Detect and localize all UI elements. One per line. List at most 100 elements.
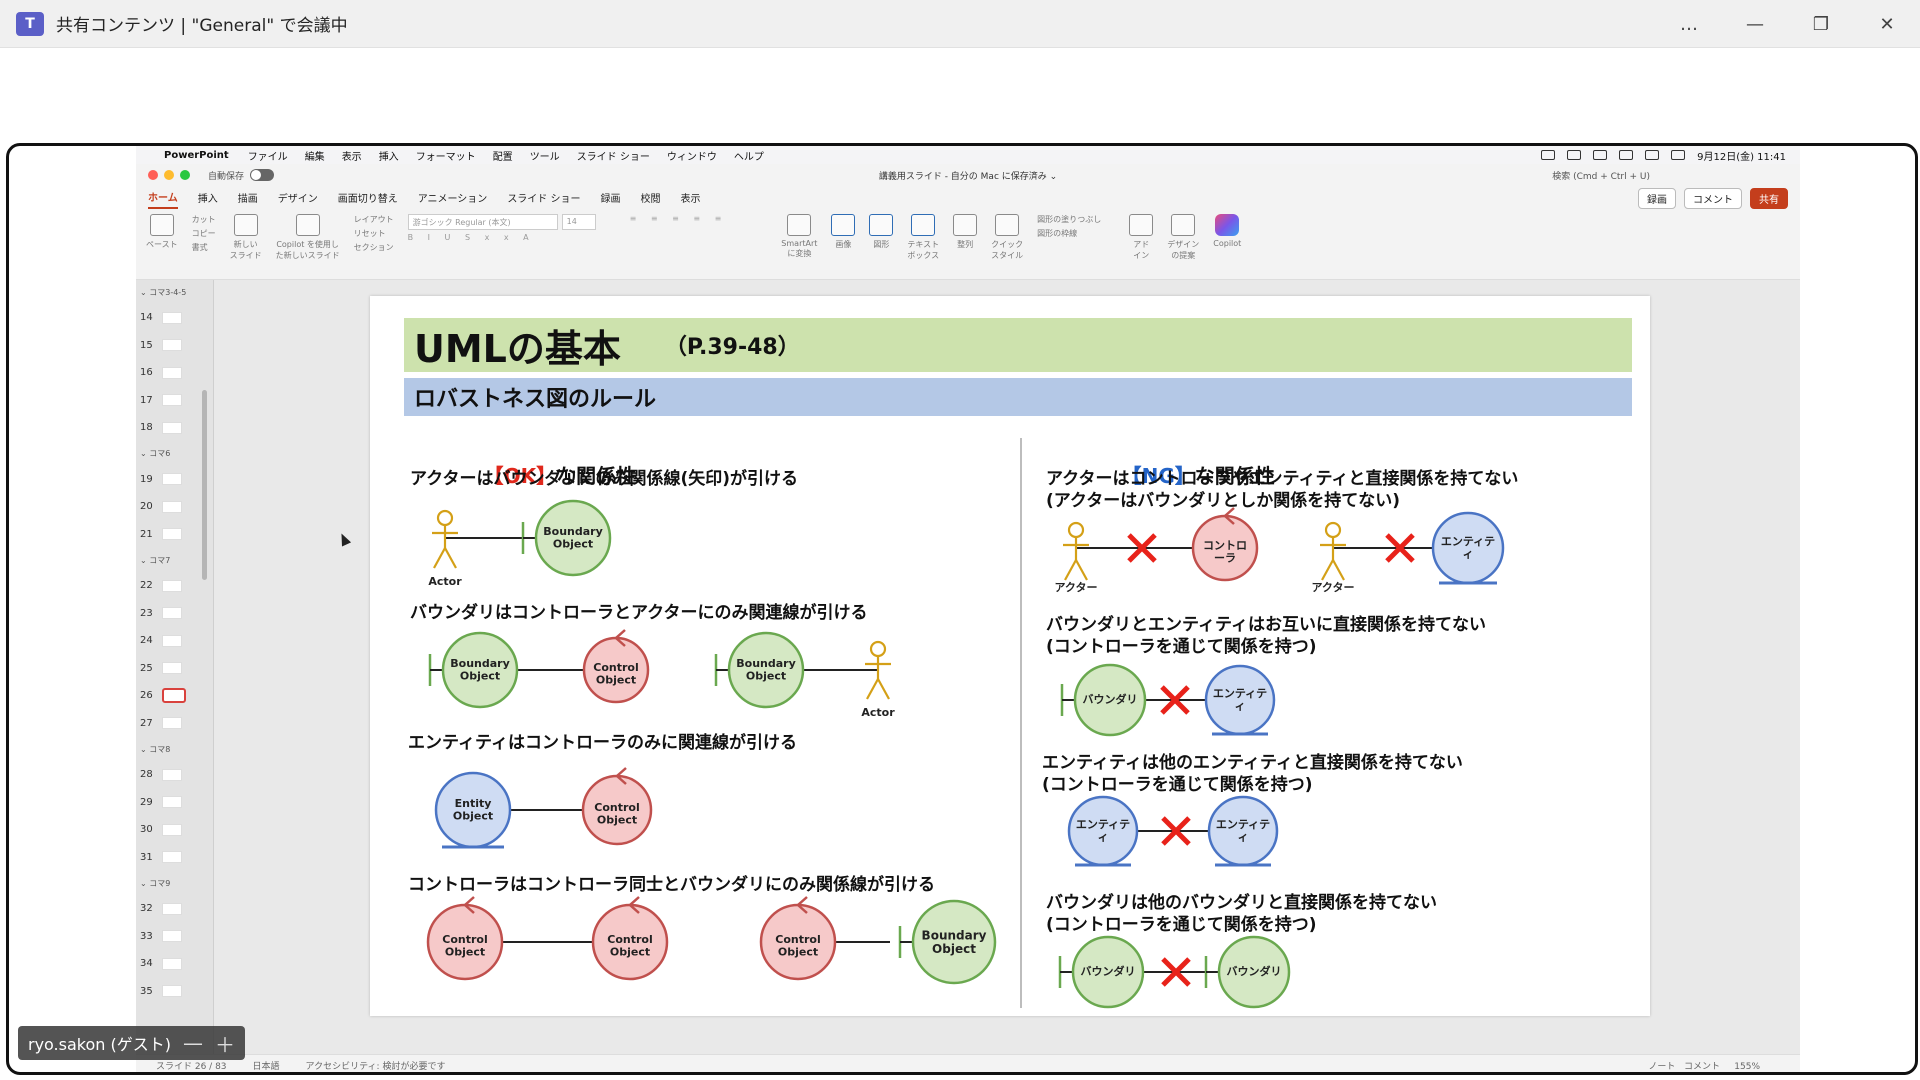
more-options-icon[interactable]: … [1656, 14, 1722, 35]
tab-animations[interactable]: アニメーション [418, 187, 488, 208]
tab-draw[interactable]: 描画 [238, 187, 258, 208]
menu-view[interactable]: 表示 [342, 148, 362, 163]
menu-format[interactable]: フォーマット [416, 148, 476, 163]
menu-file[interactable]: ファイル [248, 148, 288, 163]
font-size-select[interactable]: 14 [561, 214, 596, 230]
textbox-icon[interactable] [911, 214, 936, 236]
slide-thumbnail[interactable]: 26 [136, 682, 213, 710]
slide-thumbnail[interactable]: 27 [136, 710, 213, 738]
zoom-out-button[interactable]: — [183, 1031, 203, 1055]
shape-fill-button[interactable]: 図形の塗りつぶし [1037, 214, 1101, 225]
status-icon[interactable] [1567, 150, 1582, 160]
status-icon[interactable] [1619, 150, 1634, 160]
tab-design[interactable]: デザイン [278, 187, 318, 208]
slide-thumbnail[interactable]: 31 [136, 844, 213, 872]
paste-icon[interactable] [149, 214, 174, 236]
comments-button[interactable]: コメント [1684, 1062, 1720, 1072]
menu-help[interactable]: ヘルプ [734, 148, 764, 163]
thumbnail-section-header[interactable]: ⌄ コマ9 [136, 871, 213, 895]
arrange-icon[interactable] [953, 214, 978, 236]
shapes-icon[interactable] [869, 214, 894, 236]
tab-transitions[interactable]: 画面切り替え [338, 187, 398, 208]
layout-button[interactable]: レイアウト [354, 214, 394, 225]
comment-button[interactable]: コメント [1684, 188, 1742, 209]
slide-thumbnail[interactable]: 15 [136, 332, 213, 360]
slide-thumbnail-panel[interactable]: ⌄ コマ3-4-5 14 15 16 17 18 ⌄ コマ6 19 20 21 ⌄ コマ7 22 23 2… [136, 280, 214, 1054]
slide-thumbnail[interactable]: 30 [136, 816, 213, 844]
addin-icon[interactable] [1129, 214, 1154, 236]
slide-thumbnail[interactable]: 28 [136, 761, 213, 789]
actor-icon [1067, 521, 1085, 539]
search-box[interactable]: 検索 (Cmd + Ctrl + U) [1552, 169, 1650, 182]
menu-arrange[interactable]: 配置 [493, 148, 513, 163]
reset-button[interactable]: リセット [354, 228, 386, 239]
status-icon[interactable] [1593, 150, 1608, 160]
slide-thumbnail[interactable]: 34 [136, 950, 213, 978]
paragraph-buttons[interactable]: ≡ ≡ ≡ ≡ ≡ [630, 214, 728, 223]
close-button[interactable]: ✕ [1854, 14, 1920, 35]
ribbon: ペースト カット コピー 書式 新しい スライド Copilot を使用し た新… [136, 208, 1800, 280]
copilot-icon[interactable] [1215, 214, 1240, 236]
menu-insert[interactable]: 挿入 [379, 148, 399, 163]
slide-thumbnail-image [162, 768, 182, 781]
notes-button[interactable]: ノート [1648, 1062, 1675, 1072]
tab-home[interactable]: ホーム [148, 186, 178, 209]
picture-icon[interactable] [831, 214, 856, 236]
zoom-in-button[interactable]: ＋ [215, 1029, 235, 1058]
minimize-button[interactable]: — [1722, 14, 1788, 35]
slide-thumbnail[interactable]: 24 [136, 627, 213, 655]
thumbnail-section-header[interactable]: ⌄ コマ3-4-5 [136, 280, 213, 304]
slide-thumbnail[interactable]: 32 [136, 895, 213, 923]
search-icon[interactable] [1671, 150, 1686, 160]
minimize-window-button[interactable] [164, 170, 174, 180]
menu-slideshow[interactable]: スライド ショー [577, 148, 650, 163]
slide-number: 19 [140, 473, 153, 485]
autosave-toggle[interactable] [250, 169, 275, 181]
slide-canvas[interactable]: UMLの基本 （P.39-48） ロバストネス図のルール 【OK】な関係性 【N… [370, 296, 1650, 1016]
close-window-button[interactable] [148, 170, 158, 180]
format-painter-button[interactable]: 書式 [192, 242, 208, 253]
menu-app-name[interactable]: PowerPoint [164, 150, 229, 161]
section-button[interactable]: セクション [354, 242, 394, 253]
quick-style-icon[interactable] [995, 214, 1020, 236]
slide-thumbnail[interactable]: 16 [136, 359, 213, 387]
document-title[interactable]: 講義用スライド - 自分の Mac に保存済み ⌄ [879, 169, 1057, 182]
slide-thumbnail[interactable]: 25 [136, 655, 213, 683]
slide-thumbnail[interactable]: 29 [136, 789, 213, 817]
restore-button[interactable]: ❐ [1788, 14, 1854, 35]
tab-review[interactable]: 校閲 [641, 187, 661, 208]
slide-thumbnail[interactable]: 14 [136, 304, 213, 332]
language-indicator[interactable]: 日本語 [253, 1059, 280, 1072]
slide-counter: スライド 26 / 83 [156, 1062, 227, 1072]
zoom-level[interactable]: 155% [1734, 1062, 1760, 1072]
menu-tools[interactable]: ツール [530, 148, 560, 163]
tab-view[interactable]: 表示 [681, 187, 701, 208]
tab-slideshow[interactable]: スライド ショー [507, 187, 580, 208]
clock[interactable]: 9月12日(金) 11:41 [1697, 148, 1786, 163]
menu-edit[interactable]: 編集 [305, 148, 325, 163]
cut-button[interactable]: カット [192, 214, 216, 225]
thumbnail-scrollbar[interactable] [202, 390, 207, 580]
designer-icon[interactable] [1171, 214, 1196, 236]
shape-outline-button[interactable]: 図形の枠線 [1037, 228, 1077, 239]
format-buttons[interactable]: B I U S x x A [408, 233, 535, 242]
thumbnail-section-header[interactable]: ⌄ コマ8 [136, 737, 213, 761]
slide-thumbnail[interactable]: 23 [136, 600, 213, 628]
status-icon[interactable] [1541, 150, 1556, 160]
font-family-select[interactable]: 游ゴシック Regular (本文) [407, 214, 558, 230]
zoom-window-button[interactable] [180, 170, 190, 180]
tab-record[interactable]: 録画 [601, 187, 621, 208]
record-button[interactable]: 録画 [1638, 188, 1676, 209]
wifi-icon[interactable] [1645, 150, 1660, 160]
slide-number: 32 [140, 903, 153, 915]
menu-window[interactable]: ウィンドウ [667, 148, 717, 163]
tab-insert[interactable]: 挿入 [198, 187, 218, 208]
share-button[interactable]: 共有 [1750, 188, 1788, 209]
copilot-new-slide-icon[interactable] [295, 214, 320, 236]
slide-thumbnail[interactable]: 35 [136, 978, 213, 1006]
new-slide-icon[interactable] [233, 214, 258, 236]
accessibility-status[interactable]: アクセシビリティ: 検討が必要です [306, 1059, 446, 1072]
slide-thumbnail[interactable]: 33 [136, 923, 213, 951]
smartart-icon[interactable] [787, 214, 812, 236]
copy-button[interactable]: コピー [192, 228, 216, 239]
